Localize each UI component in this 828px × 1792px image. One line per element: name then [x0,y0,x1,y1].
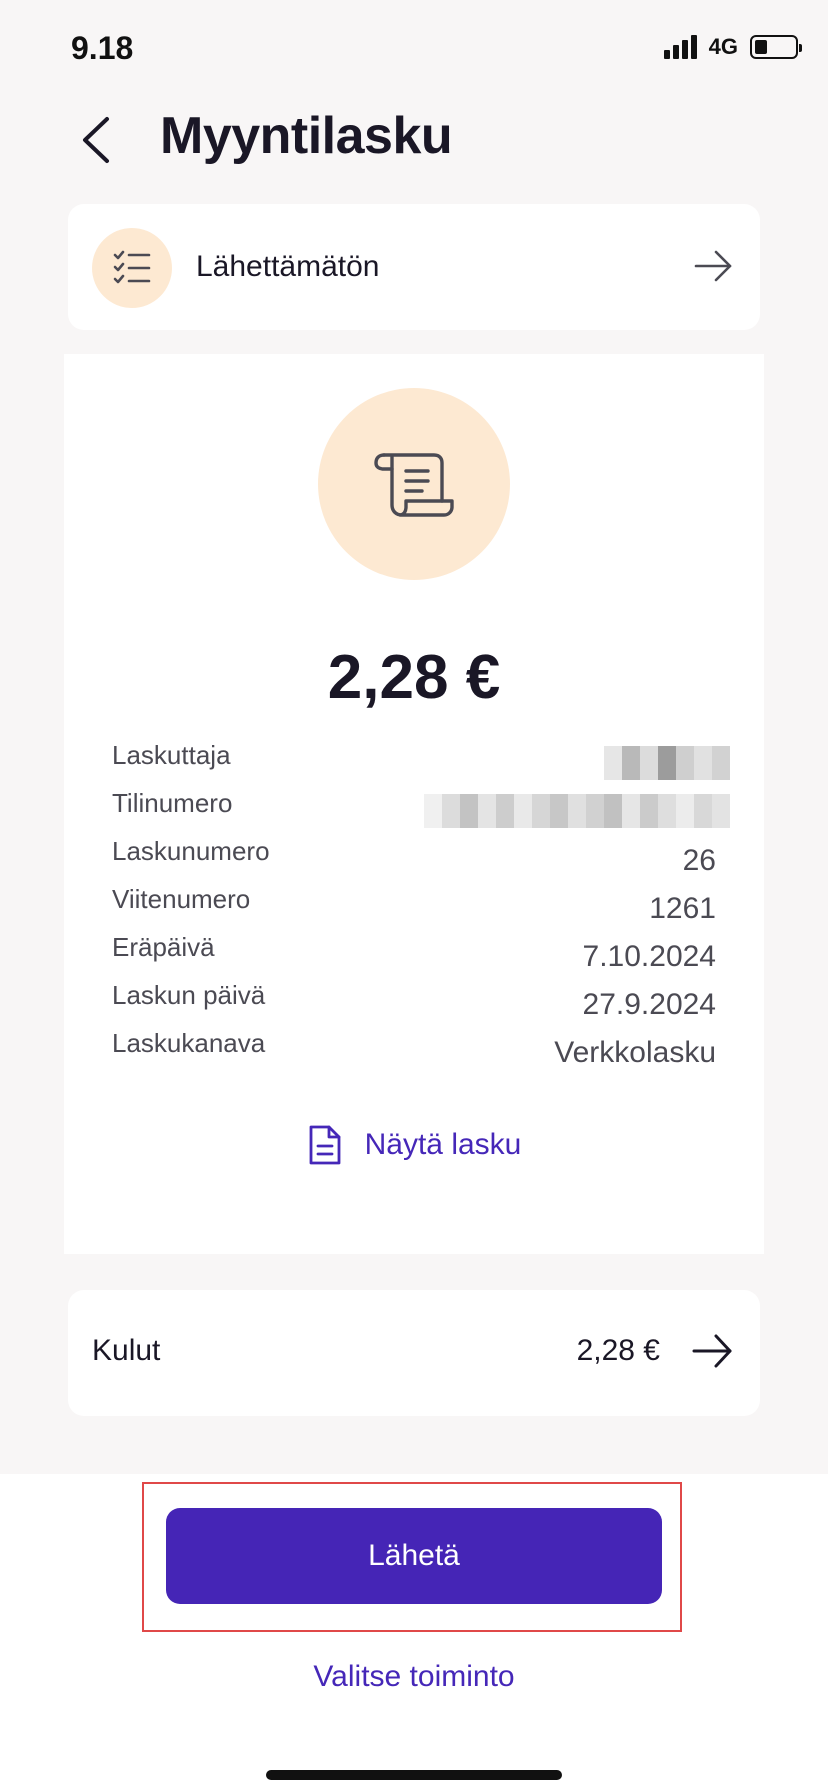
detail-value: Verkkolasku [554,1036,716,1069]
arrow-right-icon [692,1334,732,1368]
document-icon [309,1125,341,1165]
detail-row-invoice-number: Laskunumero 26 [112,836,716,884]
detail-label: Eräpäivä [112,932,215,962]
detail-value: 27.9.2024 [582,988,716,1021]
home-indicator [266,1770,562,1780]
detail-row-invoice-date: Laskun päivä 27.9.2024 [112,980,716,1028]
detail-row-account-number: Tilinumero [112,788,730,836]
invoice-details: Laskuttaja Tilinumero Laskunumero 26 Vii… [112,740,730,1076]
redacted-value [604,746,730,780]
detail-label: Laskukanava [112,1028,266,1058]
view-invoice-label: Näytä lasku [364,1128,522,1161]
expenses-amount: 2,28 € [576,1334,660,1367]
detail-value: 7.10.2024 [582,940,716,973]
detail-label: Viitenumero [112,884,251,914]
network-label: 4G [708,34,738,59]
detail-row-biller: Laskuttaja [112,740,730,788]
checklist-icon [113,250,151,284]
status-indicators: 4G [663,34,802,60]
status-bar: 9.18 4G [0,0,828,100]
redacted-value [424,794,730,828]
expenses-arrow [692,1332,734,1375]
signal-icon [663,35,697,59]
detail-label: Laskun päivä [112,980,266,1010]
detail-label: Tilinumero [112,788,233,818]
detail-row-reference-number: Viitenumero 1261 [112,884,716,932]
status-label: Lähettämätön [196,250,380,283]
arrow-right-icon [694,250,732,282]
detail-label: Laskunumero [112,836,270,866]
detail-label: Laskuttaja [112,740,231,770]
choose-action-link[interactable]: Valitse toiminto [0,1660,828,1694]
back-button[interactable] [68,110,124,170]
page-title: Myyntilasku [160,107,453,165]
chevron-left-icon [83,117,109,163]
expenses-label: Kulut [92,1334,161,1367]
bottom-action-area: Lähetä Valitse toiminto [0,1474,828,1792]
invoice-icon-circle [318,388,510,580]
detail-row-invoice-channel: Laskukanava Verkkolasku [112,1028,716,1076]
header: Myyntilasku [0,100,828,180]
status-icon-circle [92,228,172,308]
detail-row-due-date: Eräpäivä 7.10.2024 [112,932,716,980]
scroll-invoice-icon [374,453,454,517]
detail-value: 1261 [649,892,716,925]
send-button[interactable]: Lähetä [166,1508,662,1604]
invoice-card: 2,28 € Laskuttaja Tilinumero Laskunumero… [64,354,764,1254]
battery-icon [750,35,802,59]
status-time: 9.18 [71,30,134,66]
invoice-amount: 2,28 € [327,643,501,712]
view-invoice-link[interactable]: Näytä lasku [64,1124,764,1166]
screen: 9.18 4G Myyntilasku Lähettämätön 2,28 € … [0,0,828,1792]
detail-value: 26 [682,844,716,877]
invoice-status-row[interactable]: Lähettämätön [68,204,760,330]
expenses-row[interactable]: Kulut 2,28 € [68,1290,760,1416]
status-arrow [694,248,734,289]
